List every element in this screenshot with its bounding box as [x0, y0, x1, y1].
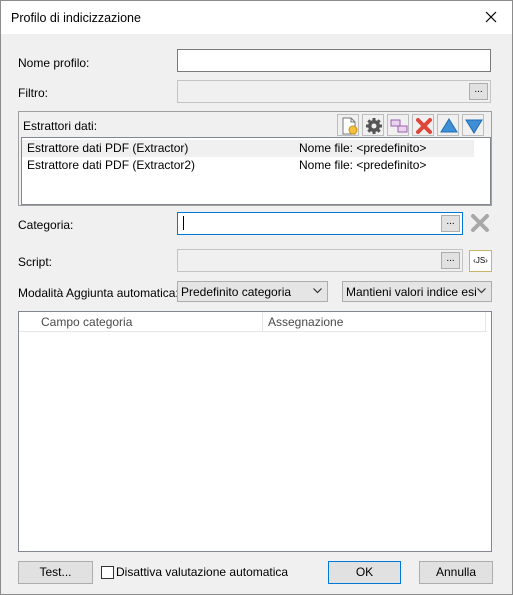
profile-name-input[interactable]: [177, 49, 491, 72]
keep-values-value: Mantieni valori indice esistenti: [346, 285, 476, 299]
extractor-name: Estrattore dati PDF (Extractor): [27, 141, 189, 155]
add-extractor-button[interactable]: [337, 114, 359, 136]
test-button-label: Test...: [39, 565, 72, 579]
filter-browse-label: ...: [474, 84, 483, 95]
move-down-button[interactable]: [462, 114, 484, 136]
filter-browse-button[interactable]: ...: [469, 83, 488, 100]
column-header-assignment[interactable]: Assegnazione: [268, 315, 343, 329]
extractors-label: Estrattori dati:: [23, 119, 98, 133]
disable-eval-label[interactable]: Disattiva valutazione automatica: [116, 565, 288, 579]
grid-header: Campo categoria Assegnazione: [19, 312, 487, 332]
clear-category-button[interactable]: [469, 212, 492, 235]
category-browse-button[interactable]: ...: [441, 215, 460, 232]
gear-icon: [366, 118, 382, 134]
filter-label: Filtro:: [18, 86, 48, 100]
js-icon: ‹JS›: [473, 256, 488, 265]
list-item[interactable]: Estrattore dati PDF (Extractor2) Nome fi…: [22, 157, 474, 174]
ok-button[interactable]: OK: [328, 561, 401, 584]
delete-extractor-button[interactable]: [412, 114, 434, 136]
category-browse-label: ...: [446, 216, 455, 227]
disable-eval-checkbox[interactable]: [101, 566, 114, 579]
dialog-window: Profilo di indicizzazione Nome profilo: …: [0, 0, 513, 595]
script-input[interactable]: ...: [177, 249, 463, 272]
configure-extractor-button[interactable]: [362, 114, 384, 136]
column-divider[interactable]: [485, 312, 486, 332]
extractor-name: Estrattore dati PDF (Extractor2): [27, 158, 196, 172]
script-label: Script:: [18, 255, 53, 269]
script-browse-button[interactable]: ...: [441, 252, 460, 269]
category-label: Categoria:: [18, 218, 74, 232]
cancel-button[interactable]: Annulla: [419, 561, 493, 584]
cancel-button-label: Annulla: [435, 565, 477, 579]
dialog-title: Profilo di indicizzazione: [11, 11, 141, 25]
auto-add-label: Modalità Aggiunta automatica:: [18, 286, 179, 300]
profile-name-label: Nome profilo:: [18, 56, 90, 70]
category-fields-grid[interactable]: Campo categoria Assegnazione: [18, 311, 492, 552]
chevron-down-icon: [477, 288, 486, 294]
filter-input[interactable]: ...: [177, 80, 491, 103]
mapping-icon: [390, 119, 408, 133]
arrow-down-icon: [465, 119, 483, 134]
text-caret: [183, 216, 184, 230]
map-extractor-button[interactable]: [387, 114, 409, 136]
title-bar: Profilo di indicizzazione: [1, 1, 512, 34]
delete-icon: [416, 118, 432, 134]
close-button[interactable]: [472, 1, 512, 34]
edit-script-button[interactable]: ‹JS›: [469, 250, 492, 272]
extractors-list[interactable]: Estrattore dati PDF (Extractor) Nome fil…: [21, 137, 491, 205]
auto-add-mode-value: Predefinito categoria: [181, 285, 292, 299]
column-header-category-field[interactable]: Campo categoria: [41, 315, 132, 329]
auto-add-mode-select[interactable]: Predefinito categoria: [177, 281, 328, 302]
keep-values-select[interactable]: Mantieni valori indice esistenti: [342, 281, 492, 302]
arrow-up-icon: [440, 118, 458, 133]
list-item[interactable]: Estrattore dati PDF (Extractor) Nome fil…: [22, 140, 474, 157]
test-button[interactable]: Test...: [18, 561, 93, 584]
close-icon: [485, 11, 497, 23]
category-input[interactable]: ...: [177, 212, 463, 235]
move-up-button[interactable]: [437, 114, 459, 136]
chevron-down-icon: [313, 288, 322, 294]
clear-icon: [471, 214, 489, 232]
extractor-file: Nome file: <predefinito>: [299, 158, 427, 172]
new-document-icon: [342, 117, 358, 135]
ok-button-label: OK: [355, 565, 374, 579]
column-divider[interactable]: [262, 312, 263, 332]
script-browse-label: ...: [446, 253, 455, 264]
extractors-group: Estrattori dati: Estrattore dati PDF (Ex…: [18, 111, 492, 206]
extractor-file: Nome file: <predefinito>: [299, 141, 427, 155]
